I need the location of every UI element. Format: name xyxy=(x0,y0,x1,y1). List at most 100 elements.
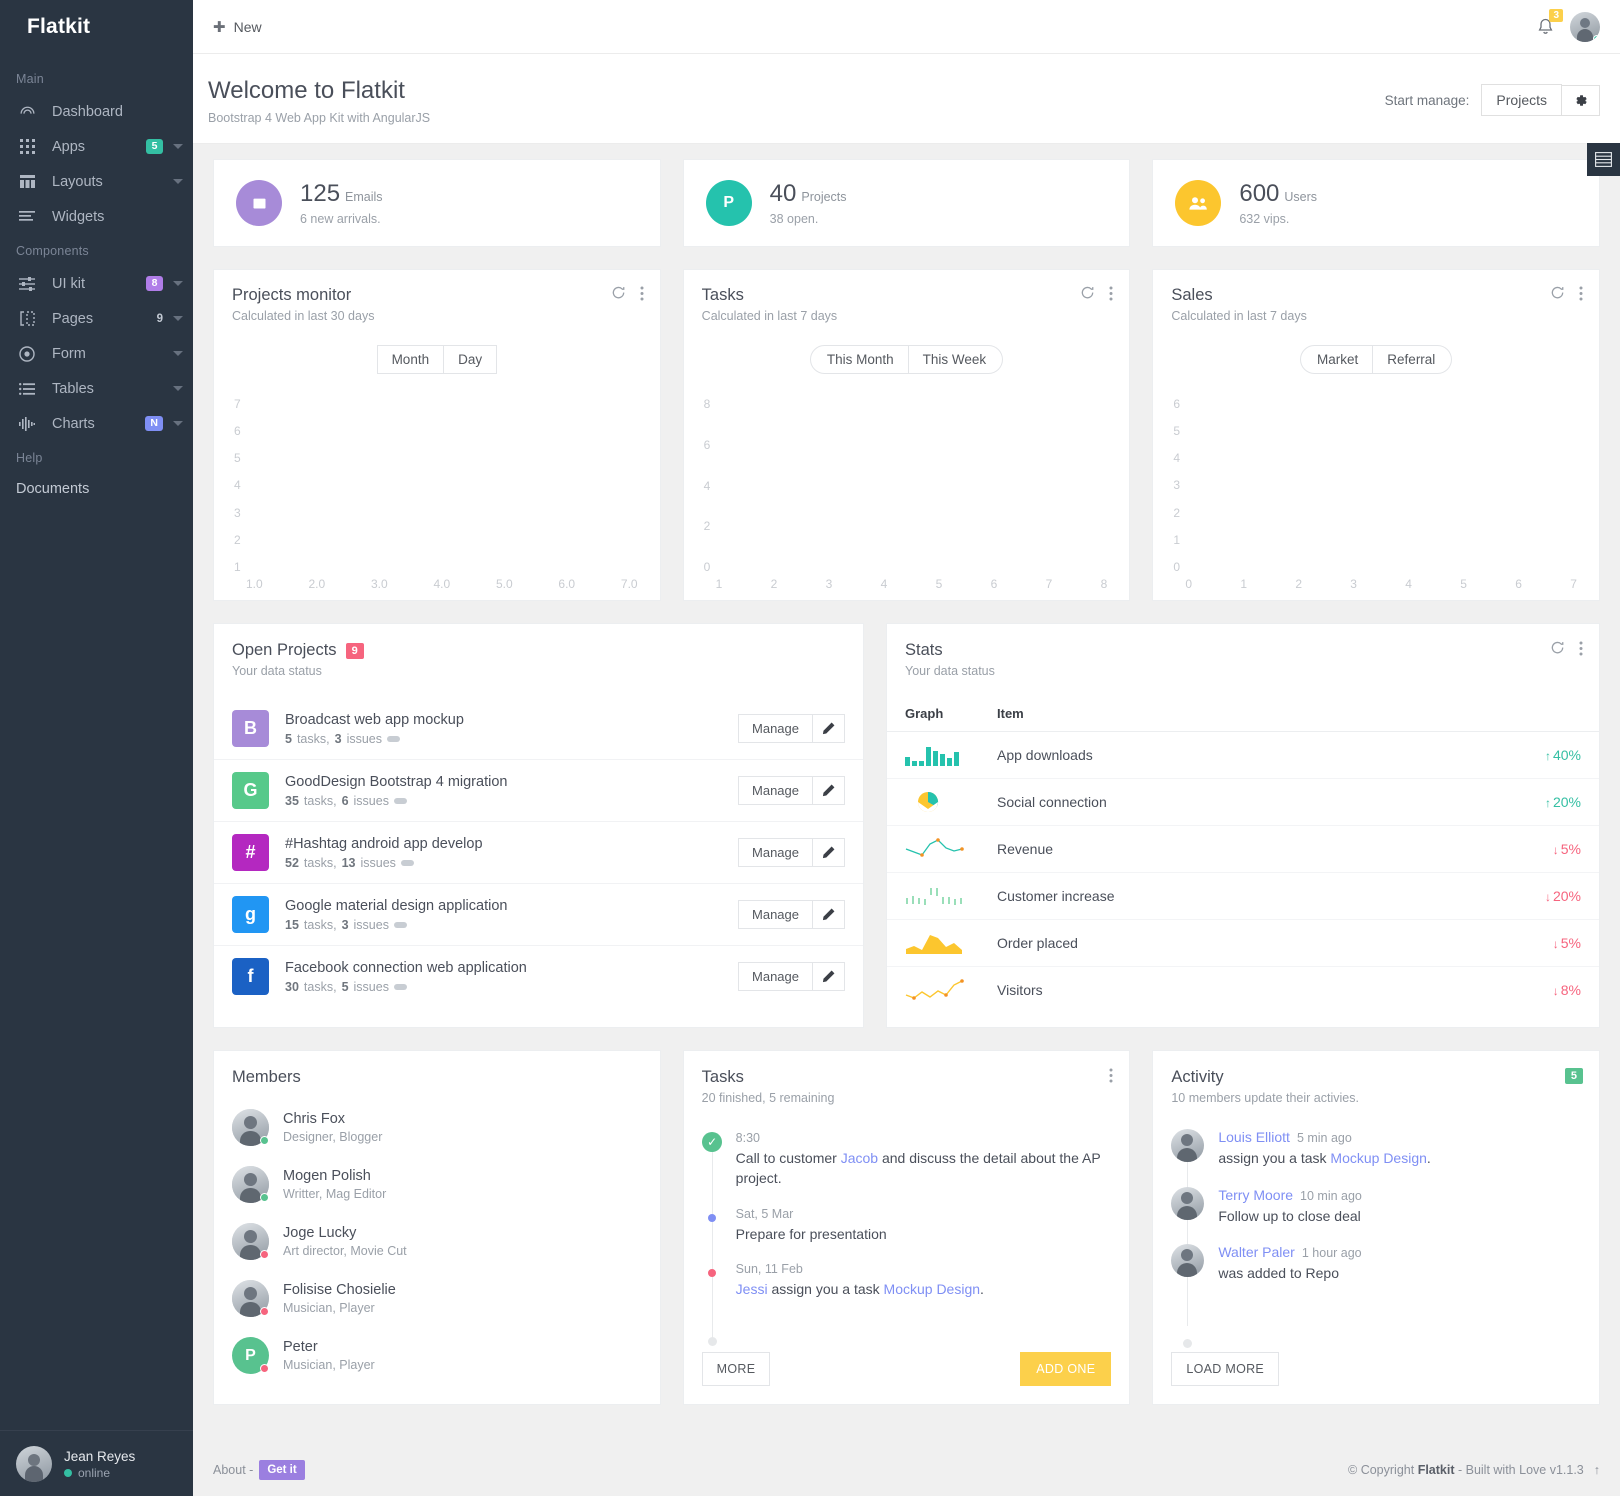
refresh-icon[interactable] xyxy=(1550,641,1565,656)
edit-button[interactable] xyxy=(813,838,845,867)
chevron-down-icon[interactable] xyxy=(173,351,183,356)
card-title: Sales xyxy=(1171,286,1213,304)
task-text: Call to customer Jacob and discuss the d… xyxy=(736,1148,1112,1189)
activity-text: Follow up to close deal xyxy=(1218,1207,1361,1224)
manage-button[interactable]: Manage xyxy=(738,776,813,805)
sparkline-cell xyxy=(887,731,997,779)
switch-market[interactable]: Market xyxy=(1300,345,1374,374)
activity-user-link[interactable]: Louis Elliott xyxy=(1218,1129,1290,1145)
sidebar-item-apps[interactable]: Apps 5 xyxy=(0,129,193,164)
manage-button[interactable]: Manage xyxy=(738,962,813,991)
chart-switcher-tasks: This Month This Week xyxy=(702,345,1112,374)
x-tick: 1.0 xyxy=(246,577,263,591)
status-badge: ↑ 40% xyxy=(1417,731,1599,779)
sidebar-item-widgets[interactable]: Widgets xyxy=(0,199,193,234)
sidebar-item-layouts[interactable]: Layouts xyxy=(0,164,193,199)
y-tick: 1 xyxy=(1173,532,1181,547)
column-header-item: Item xyxy=(997,696,1418,732)
switch-day[interactable]: Day xyxy=(444,345,498,374)
x-tick: 2 xyxy=(1295,577,1302,591)
project-name: Google material design application xyxy=(285,897,508,914)
switch-this-week[interactable]: This Week xyxy=(908,345,1004,374)
list-item[interactable]: Mogen Polish Writter, Mag Editor xyxy=(232,1156,642,1213)
x-tick: 5 xyxy=(935,577,943,591)
list-item[interactable]: Folisise Chosielie Musician, Player xyxy=(232,1270,642,1327)
sidebar-item-dashboard[interactable]: Dashboard xyxy=(0,94,193,129)
table-row[interactable]: # #Hashtag android app develop 52 tasks, … xyxy=(214,822,863,884)
more-vertical-icon[interactable] xyxy=(1109,286,1113,301)
sidebar-item-ui-kit[interactable]: UI kit 8 xyxy=(0,266,193,301)
task-link-2[interactable]: Mockup Design xyxy=(884,1281,981,1297)
online-dot-icon xyxy=(64,1469,72,1478)
manage-button[interactable]: Manage xyxy=(738,714,813,743)
timeline-marker xyxy=(702,1208,723,1222)
edit-button[interactable] xyxy=(813,776,845,805)
chevron-down-icon[interactable] xyxy=(173,179,183,184)
new-button[interactable]: ✚ New xyxy=(213,18,262,36)
get-it-button[interactable]: Get it xyxy=(259,1460,305,1480)
list-item[interactable]: Joge Lucky Art director, Movie Cut xyxy=(232,1213,642,1270)
about-link[interactable]: About - xyxy=(213,1463,253,1477)
sidebar-item-form[interactable]: Form xyxy=(0,336,193,371)
refresh-icon[interactable] xyxy=(1080,286,1095,301)
activity-link[interactable]: Mockup Design xyxy=(1330,1150,1427,1166)
switch-month[interactable]: Month xyxy=(376,345,445,374)
table-row[interactable]: G GoodDesign Bootstrap 4 migration 35 tas… xyxy=(214,760,863,822)
more-vertical-icon[interactable] xyxy=(1579,286,1583,301)
manage-button[interactable]: Manage xyxy=(738,838,813,867)
table-row[interactable]: g Google material design application 15 t… xyxy=(214,884,863,946)
chart-plot-tasks: 8 6 4 2 0 1 2 3 4 5 6 7 8 xyxy=(702,398,1112,591)
page-title: Welcome to Flatkit xyxy=(208,77,405,104)
sidebar-item-pages[interactable]: Pages 9 xyxy=(0,301,193,336)
list-item[interactable]: Chris Fox Designer, Blogger xyxy=(232,1099,642,1156)
settings-button[interactable] xyxy=(1562,84,1600,116)
column-header-graph: Graph xyxy=(887,696,997,732)
task-link[interactable]: Jacob xyxy=(841,1150,878,1166)
scroll-to-top-icon[interactable]: ↑ xyxy=(1594,1463,1600,1477)
manage-button[interactable]: Manage xyxy=(738,900,813,929)
table-row[interactable]: f Facebook connection web application 30… xyxy=(214,946,863,1007)
more-vertical-icon[interactable] xyxy=(640,286,644,301)
chevron-down-icon[interactable] xyxy=(173,281,183,286)
brand[interactable]: Flatkit xyxy=(0,0,193,54)
task-link[interactable]: Jessi xyxy=(736,1281,768,1297)
switch-this-month[interactable]: This Month xyxy=(809,345,909,374)
refresh-icon[interactable] xyxy=(611,286,626,301)
sidebar-user[interactable]: Jean Reyes online xyxy=(0,1430,193,1496)
notifications-button[interactable]: 3 xyxy=(1537,8,1563,36)
more-vertical-icon[interactable] xyxy=(1109,1068,1113,1083)
user-avatar[interactable] xyxy=(1570,11,1600,42)
y-tick: 7 xyxy=(234,397,241,411)
table-row[interactable]: B Broadcast web app mockup 5 tasks, 3 issu… xyxy=(214,698,863,760)
refresh-icon[interactable] xyxy=(1550,286,1565,301)
chevron-down-icon[interactable] xyxy=(173,421,183,426)
edit-button[interactable] xyxy=(813,714,845,743)
stats-header: Stats Your data status xyxy=(887,641,1599,678)
chevron-down-icon[interactable] xyxy=(173,144,183,149)
more-vertical-icon[interactable] xyxy=(1579,641,1583,656)
card-title: Stats xyxy=(905,641,943,659)
y-tick: 3 xyxy=(1173,478,1181,493)
x-tick: 6.0 xyxy=(558,577,576,591)
page-header-actions: Start manage: Projects xyxy=(1385,76,1600,116)
sidebar-item-tables[interactable]: Tables xyxy=(0,371,193,406)
add-one-button[interactable]: ADD ONE xyxy=(1020,1352,1112,1386)
list-item[interactable]: P Peter Musician, Player xyxy=(232,1327,642,1384)
switch-referral[interactable]: Referral xyxy=(1373,345,1453,374)
x-tick: 4 xyxy=(880,577,888,591)
activity-user-link[interactable]: Terry Moore xyxy=(1218,1187,1293,1203)
edit-button[interactable] xyxy=(813,900,845,929)
projects-select[interactable]: Projects xyxy=(1481,84,1562,116)
load-more-button[interactable]: LOAD MORE xyxy=(1171,1352,1280,1386)
sidebar-item-charts[interactable]: Charts N xyxy=(0,406,193,441)
activity-user-link[interactable]: Walter Paler xyxy=(1218,1244,1295,1260)
settings-panel-toggle[interactable] xyxy=(1587,143,1620,176)
chevron-down-icon[interactable] xyxy=(173,316,183,321)
more-button[interactable]: MORE xyxy=(701,1352,771,1386)
project-name: Broadcast web app mockup xyxy=(285,711,464,728)
chevron-down-icon[interactable] xyxy=(173,386,183,391)
edit-button[interactable] xyxy=(813,962,845,991)
pencil-icon xyxy=(822,784,835,797)
visitors-sparkline-icon xyxy=(905,979,964,1000)
sidebar-item-documents[interactable]: Documents xyxy=(0,473,193,505)
